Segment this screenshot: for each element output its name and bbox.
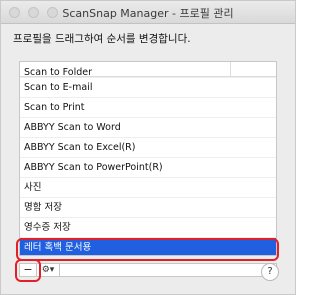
- list-toolbar: − ⚙▾: [19, 263, 277, 277]
- profile-row[interactable]: ABBYY Scan to Word: [20, 118, 276, 138]
- profile-row[interactable]: Scan to E-mail: [20, 78, 276, 98]
- profile-row-label: 명함 저장: [24, 202, 62, 213]
- gear-menu-button[interactable]: ⚙▾: [37, 264, 60, 276]
- profile-row[interactable]: 사진: [20, 178, 276, 198]
- window-title: ScanSnap Manager - 프로필 관리: [62, 7, 234, 20]
- help-button[interactable]: ?: [261, 263, 279, 281]
- profile-row-label: ABBYY Scan to PowerPoint(R): [24, 162, 163, 173]
- profile-row-selected[interactable]: 레터 혹백 문서용: [20, 238, 276, 255]
- profile-row-label: Scan to Folder: [24, 67, 93, 78]
- remove-profile-button[interactable]: −: [20, 264, 37, 276]
- profile-list[interactable]: Scan to Folder Scan to E-mail Scan to Pr…: [19, 61, 277, 256]
- profile-row[interactable]: ABBYY Scan to PowerPoint(R): [20, 158, 276, 178]
- profile-row-label: Scan to Print: [24, 102, 85, 113]
- profile-row[interactable]: Scan to Print: [20, 98, 276, 118]
- instruction-text: 프로필을 드래그하여 순서를 변경합니다.: [13, 33, 191, 45]
- title-bar: ScanSnap Manager - 프로필 관리: [1, 1, 295, 24]
- profile-rows: Scan to Folder Scan to E-mail Scan to Pr…: [20, 67, 276, 255]
- profile-row-label: ABBYY Scan to Word: [24, 122, 121, 133]
- profile-row[interactable]: Scan to Folder: [20, 67, 276, 78]
- profile-row[interactable]: ABBYY Scan to Excel(R): [20, 138, 276, 158]
- profile-row-label: 사진: [24, 182, 42, 193]
- profile-row[interactable]: 명함 저장: [20, 198, 276, 218]
- profile-row-label: ABBYY Scan to Excel(R): [24, 142, 136, 153]
- profile-row-label: Scan to E-mail: [24, 82, 93, 93]
- profile-row-label: 영수증 저장: [24, 222, 71, 233]
- profile-management-window: ScanSnap Manager - 프로필 관리 프로필을 드래그하여 순서를…: [0, 0, 296, 295]
- profile-row-label: 레터 혹백 문서용: [24, 242, 92, 253]
- profile-row[interactable]: 영수증 저장: [20, 218, 276, 238]
